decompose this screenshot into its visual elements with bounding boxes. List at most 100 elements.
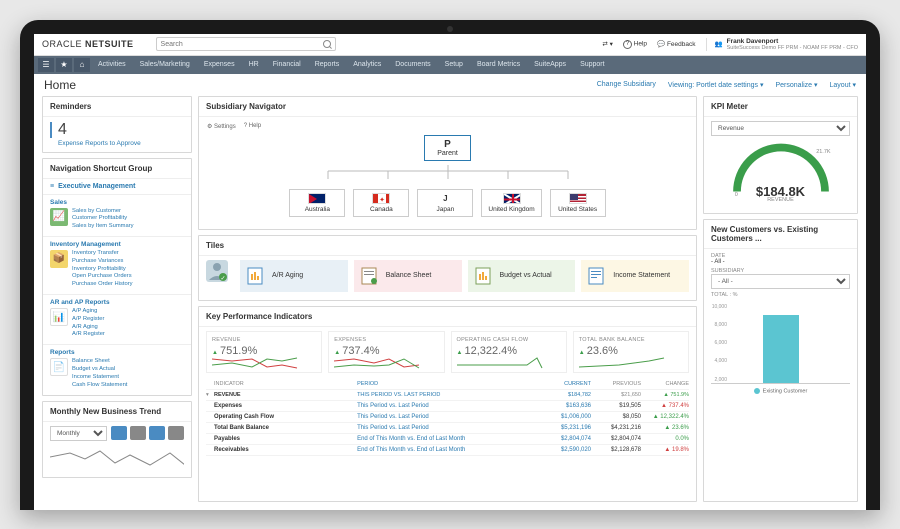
link-ar-reg[interactable]: A/R Register xyxy=(72,331,105,339)
link-sales-item[interactable]: Sales by Item Summary xyxy=(72,223,134,231)
help-link[interactable]: ? Help xyxy=(623,40,647,49)
link-sales-cust[interactable]: Sales by Customer xyxy=(72,208,134,216)
user-role: SuiteSuccess Demo FF PRM - NOAM FF PRM -… xyxy=(727,45,858,51)
chart-type-3[interactable] xyxy=(149,426,165,440)
nsg-sales: Sales xyxy=(50,199,184,206)
trend-period-select[interactable]: Monthly xyxy=(50,426,107,441)
nav-financial[interactable]: Financial xyxy=(267,56,307,74)
role-switch-icon[interactable]: ⇄ ▾ xyxy=(602,40,613,48)
link-inv-profit[interactable]: Inventory Profitability xyxy=(72,266,133,274)
shortcut-title: Navigation Shortcut Group xyxy=(43,159,191,179)
global-search[interactable] xyxy=(156,37,336,51)
exec-mgmt[interactable]: ≡Executive Management xyxy=(43,179,191,195)
page-header: Home Change Subsidiary Viewing: Portlet … xyxy=(34,74,866,96)
child-canada[interactable]: ✦Canada xyxy=(353,189,409,217)
table-row[interactable]: Total Bank BalanceThis Period vs. Last P… xyxy=(206,423,689,434)
parent-node[interactable]: P Parent xyxy=(424,135,471,161)
reports-icon: 📄 xyxy=(50,358,68,376)
chart-legend: Existing Customer xyxy=(711,384,850,394)
table-row[interactable]: ReceivablesEnd of This Month vs. End of … xyxy=(206,445,689,456)
nav-support[interactable]: Support xyxy=(574,56,611,74)
nsg-reports: Reports xyxy=(50,349,184,356)
viewing-link[interactable]: Viewing: Portlet date settings ▾ xyxy=(668,81,764,89)
kpi-title: Key Performance Indicators xyxy=(199,307,696,327)
nav-menu-icon[interactable]: ☰ xyxy=(38,58,54,72)
user-block[interactable]: 👥 Frank Davenport SuiteSuccess Demo FF P… xyxy=(706,38,859,51)
trend-sparkline xyxy=(50,445,184,471)
nsg-arap: AR and AP Reports xyxy=(50,299,184,306)
tile-person-icon: ✓ xyxy=(206,260,228,282)
table-row[interactable]: ExpensesThis Period vs. Last Period$163,… xyxy=(206,401,689,412)
link-cashflow[interactable]: Cash Flow Statement xyxy=(72,382,127,390)
user-icon: 👥 xyxy=(715,40,723,48)
tile-icon-bal xyxy=(360,266,380,286)
nav-help-link[interactable]: ? Help xyxy=(244,123,261,130)
link-open-po[interactable]: Open Purchase Orders xyxy=(72,273,133,281)
user-name: Frank Davenport xyxy=(727,38,858,45)
nav-expenses[interactable]: Expenses xyxy=(198,56,241,74)
child-australia[interactable]: Australia xyxy=(289,189,345,217)
bar-existing xyxy=(763,315,799,382)
child-us[interactable]: United States xyxy=(550,189,606,217)
nav-star-icon[interactable]: ★ xyxy=(56,58,72,72)
nav-documents[interactable]: Documents xyxy=(389,56,436,74)
link-ar-aging[interactable]: A/R Aging xyxy=(72,324,105,332)
nav-hr[interactable]: HR xyxy=(243,56,265,74)
search-input[interactable] xyxy=(161,41,323,48)
change-subsidiary-link[interactable]: Change Subsidiary xyxy=(597,81,656,89)
hamburger-icon: ≡ xyxy=(50,183,54,190)
child-japan[interactable]: JJapan xyxy=(417,189,473,217)
link-cust-profit[interactable]: Customer Profitability xyxy=(72,215,134,223)
link-inv-transfer[interactable]: Inventory Transfer xyxy=(72,250,133,258)
chart-type-4[interactable] xyxy=(168,426,184,440)
nav-board[interactable]: Board Metrics xyxy=(471,56,526,74)
trend-title: Monthly New Business Trend xyxy=(43,402,191,422)
sales-icon: 📈 xyxy=(50,208,68,226)
main-nav: ☰ ★ ⌂ Activities Sales/Marketing Expense… xyxy=(34,56,866,74)
link-balance-sheet[interactable]: Balance Sheet xyxy=(72,358,127,366)
table-row[interactable]: PayablesEnd of This Month vs. End of Las… xyxy=(206,434,689,445)
shortcut-portlet: Navigation Shortcut Group ≡Executive Man… xyxy=(42,158,192,396)
kpi-cashflow: OPERATING CASH FLOW12,322.4% xyxy=(451,331,567,373)
nav-activities[interactable]: Activities xyxy=(92,56,132,74)
nav-analytics[interactable]: Analytics xyxy=(347,56,387,74)
nav-home-icon[interactable]: ⌂ xyxy=(74,58,90,72)
customers-report-portlet: New Customers vs. Existing Customers ...… xyxy=(703,219,858,502)
link-purch-var[interactable]: Purchase Variances xyxy=(72,258,133,266)
flag-jp: J xyxy=(436,193,454,204)
link-ap-reg[interactable]: A/P Register xyxy=(72,316,105,324)
link-po-history[interactable]: Purchase Order History xyxy=(72,281,133,289)
subsidiary-select[interactable]: - All - xyxy=(711,274,850,289)
chart-type-1[interactable] xyxy=(111,426,127,440)
flag-ca: ✦ xyxy=(372,193,390,204)
tiles-title: Tiles xyxy=(199,236,696,256)
child-uk[interactable]: United Kingdom xyxy=(481,189,541,217)
date-value: - All - xyxy=(711,259,850,265)
link-ap-aging[interactable]: A/P Aging xyxy=(72,308,105,316)
link-budget-actual[interactable]: Budget vs Actual xyxy=(72,366,127,374)
nav-setup[interactable]: Setup xyxy=(439,56,469,74)
kpi-expenses: EXPENSES737.4% xyxy=(328,331,444,373)
nav-reports[interactable]: Reports xyxy=(309,56,346,74)
tile-income[interactable]: Income Statement xyxy=(581,260,689,292)
table-row[interactable]: Operating Cash FlowThis Period vs. Last … xyxy=(206,412,689,423)
nav-sales[interactable]: Sales/Marketing xyxy=(134,56,196,74)
tile-budget[interactable]: Budget vs Actual xyxy=(468,260,576,292)
reminder-link[interactable]: Expense Reports to Approve xyxy=(50,140,184,147)
tile-ar-aging[interactable]: A/R Aging xyxy=(240,260,348,292)
table-row[interactable]: ▾RevenueThis Period vs. Last Period$184,… xyxy=(206,390,689,401)
navigator-title: Subsidiary Navigator xyxy=(199,97,696,117)
link-income-stmt[interactable]: Income Statement xyxy=(72,374,127,382)
meter-select[interactable]: Revenue xyxy=(711,121,850,136)
layout-link[interactable]: Layout ▾ xyxy=(830,81,856,89)
reminders-title: Reminders xyxy=(43,97,191,117)
feedback-link[interactable]: 💬 Feedback xyxy=(657,40,695,48)
kpi-bank: TOTAL BANK BALANCE23.6% xyxy=(573,331,689,373)
nav-settings-link[interactable]: ⚙ Settings xyxy=(207,123,236,130)
chart-type-2[interactable] xyxy=(130,426,146,440)
personalize-link[interactable]: Personalize ▾ xyxy=(775,81,817,89)
search-icon[interactable] xyxy=(323,40,331,48)
nav-suiteapps[interactable]: SuiteApps xyxy=(528,56,572,74)
flag-uk xyxy=(503,193,521,204)
tile-balance[interactable]: Balance Sheet xyxy=(354,260,462,292)
